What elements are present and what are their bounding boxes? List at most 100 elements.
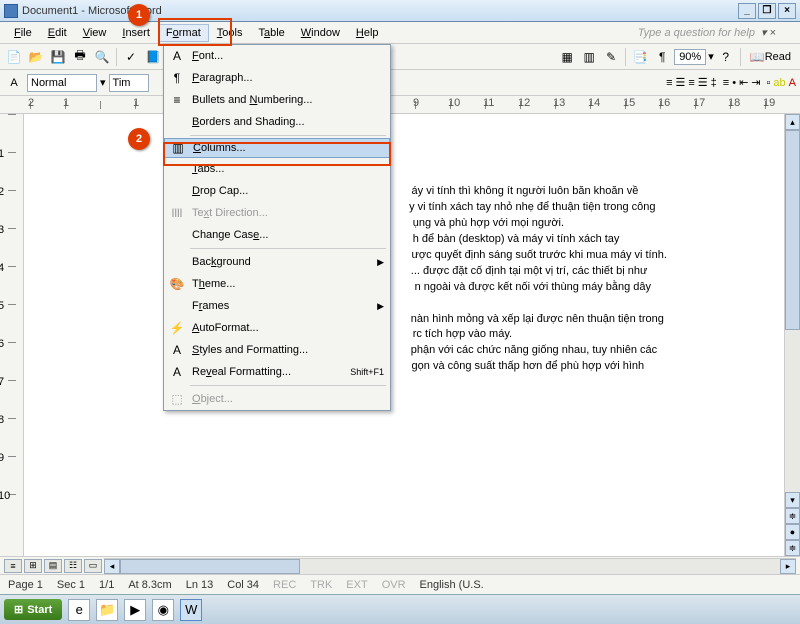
align-right-icon[interactable]: ≡ [688, 77, 694, 89]
document-page[interactable]: Lần đáy vi tính thì không ít người luôn … [24, 114, 800, 556]
taskbar-ie-icon[interactable]: e [68, 599, 90, 621]
menu-edit[interactable]: Edit [40, 24, 75, 42]
format-dropdown: AFont... ¶Paragraph... ≡Bullets and Numb… [163, 44, 391, 411]
menu-item-background[interactable]: Background▶ [164, 251, 390, 273]
table-icon[interactable]: ▦ [557, 47, 577, 67]
increase-indent-icon[interactable]: ⇥ [751, 76, 760, 89]
start-button[interactable]: ⊞ Start [4, 599, 62, 620]
font-color-icon[interactable]: A [789, 77, 796, 89]
outline-view-button[interactable]: ☷ [64, 559, 82, 573]
bullets-icon: ≡ [168, 93, 186, 107]
styles-pane-icon[interactable]: A [4, 73, 24, 93]
scroll-up-button[interactable]: ▴ [785, 114, 800, 130]
reveal-icon: A [168, 365, 186, 379]
columns-icon[interactable]: ▥ [579, 47, 599, 67]
status-ext[interactable]: EXT [346, 579, 367, 591]
status-bar: Page 1 Sec 1 1/1 At 8.3cm Ln 13 Col 34 R… [0, 574, 800, 594]
vertical-ruler[interactable]: 12345678910 [0, 114, 24, 556]
separator [116, 48, 117, 66]
align-center-icon[interactable]: ☰ [675, 76, 685, 89]
menu-item-styles[interactable]: AStyles and Formatting... [164, 339, 390, 361]
highlight-icon[interactable]: ab [773, 77, 785, 89]
browse-object-button[interactable]: ● [785, 524, 800, 540]
status-col: Col 34 [227, 579, 259, 591]
menu-table[interactable]: Table [250, 24, 292, 42]
status-rec[interactable]: REC [273, 579, 296, 591]
horizontal-ruler[interactable]: 2112345678910111213141516171819 [0, 96, 800, 114]
taskbar-media-icon[interactable]: ▶ [124, 599, 146, 621]
minimize-button[interactable]: _ [738, 3, 756, 19]
menu-file[interactable]: File [6, 24, 40, 42]
normal-view-button[interactable]: ≡ [4, 559, 22, 573]
print-icon[interactable]: 🖶 [70, 47, 90, 67]
next-page-button[interactable]: ≑ [785, 540, 800, 556]
menu-item-borders[interactable]: Borders and Shading... [164, 111, 390, 133]
taskbar-word-icon[interactable]: W [180, 599, 202, 621]
status-at: At 8.3cm [128, 579, 171, 591]
hscroll-thumb[interactable] [120, 559, 300, 574]
print-preview-icon[interactable]: 🔍 [92, 47, 112, 67]
windows-taskbar: ⊞ Start e 📁 ▶ ◉ W [0, 594, 800, 624]
menu-item-bullets[interactable]: ≡Bullets and Numbering... [164, 89, 390, 111]
doc-map-icon[interactable]: 📑 [630, 47, 650, 67]
menu-separator [190, 135, 386, 136]
menu-window[interactable]: Window [293, 24, 348, 42]
menu-item-frames[interactable]: Frames▶ [164, 295, 390, 317]
menu-item-reveal[interactable]: AReveal Formatting...Shift+F1 [164, 361, 390, 383]
open-icon[interactable]: 📂 [26, 47, 46, 67]
font-selector[interactable]: Tim [109, 74, 149, 92]
bullets-icon[interactable]: • [732, 77, 736, 89]
reading-view-button[interactable]: ▭ [84, 559, 102, 573]
drawing-icon[interactable]: ✎ [601, 47, 621, 67]
menu-tools[interactable]: Tools [209, 24, 251, 42]
zoom-control[interactable]: 90%▾ [674, 49, 714, 65]
print-view-button[interactable]: ▤ [44, 559, 62, 573]
menu-item-font[interactable]: AFont... [164, 45, 390, 67]
menu-item-paragraph[interactable]: ¶Paragraph... [164, 67, 390, 89]
menu-item-tabs[interactable]: Tabs... [164, 158, 390, 180]
menu-item-theme[interactable]: 🎨Theme... [164, 273, 390, 295]
style-selector[interactable]: Normal [27, 74, 97, 92]
restore-button[interactable]: ❐ [758, 3, 776, 19]
menu-item-changecase[interactable]: Change Case... [164, 224, 390, 246]
taskbar-chrome-icon[interactable]: ◉ [152, 599, 174, 621]
align-justify-icon[interactable]: ☰ [698, 76, 708, 89]
taskbar-explorer-icon[interactable]: 📁 [96, 599, 118, 621]
decrease-indent-icon[interactable]: ⇤ [739, 76, 748, 89]
menu-format[interactable]: Format [158, 24, 209, 42]
status-trk[interactable]: TRK [310, 579, 332, 591]
web-view-button[interactable]: ⊞ [24, 559, 42, 573]
close-button[interactable]: × [778, 3, 796, 19]
help-icon[interactable]: ? [716, 47, 736, 67]
scroll-left-button[interactable]: ◂ [104, 559, 120, 574]
research-icon[interactable]: 📘 [143, 47, 163, 67]
menu-item-dropcap[interactable]: Drop Cap... [164, 180, 390, 202]
menu-insert[interactable]: Insert [114, 24, 158, 42]
menu-item-textdirection: llllText Direction... [164, 202, 390, 224]
save-icon[interactable]: 💾 [48, 47, 68, 67]
menu-item-autoformat[interactable]: ⚡AutoFormat... [164, 317, 390, 339]
numbering-icon[interactable]: ≡ [723, 77, 729, 89]
show-marks-icon[interactable]: ¶ [652, 47, 672, 67]
scroll-thumb[interactable] [785, 130, 800, 330]
prev-page-button[interactable]: ≑ [785, 508, 800, 524]
borders-icon[interactable]: ▫ [767, 77, 771, 89]
menu-bar: File Edit View Insert Format Tools Table… [0, 22, 800, 44]
scroll-down-button[interactable]: ▾ [785, 492, 800, 508]
status-language[interactable]: English (U.S. [420, 579, 484, 591]
menu-item-columns[interactable]: ▥Columns... [164, 138, 390, 158]
status-page: Page 1 [8, 579, 43, 591]
read-button[interactable]: 📖 Read [745, 47, 796, 67]
scroll-right-button[interactable]: ▸ [780, 559, 796, 574]
line-spacing-icon[interactable]: ‡ [711, 77, 717, 89]
help-search[interactable]: Type a question for help▾ × [638, 26, 794, 39]
spell-check-icon[interactable]: ✓ [121, 47, 141, 67]
align-left-icon[interactable]: ≡ [666, 77, 672, 89]
horizontal-scrollbar[interactable]: ◂ ▸ [104, 558, 796, 574]
separator [740, 48, 741, 66]
status-ovr[interactable]: OVR [382, 579, 406, 591]
vertical-scrollbar[interactable]: ▴ ▾ ≑ ● ≑ [784, 114, 800, 556]
menu-view[interactable]: View [75, 24, 115, 42]
new-doc-icon[interactable]: 📄 [4, 47, 24, 67]
menu-help[interactable]: Help [348, 24, 387, 42]
